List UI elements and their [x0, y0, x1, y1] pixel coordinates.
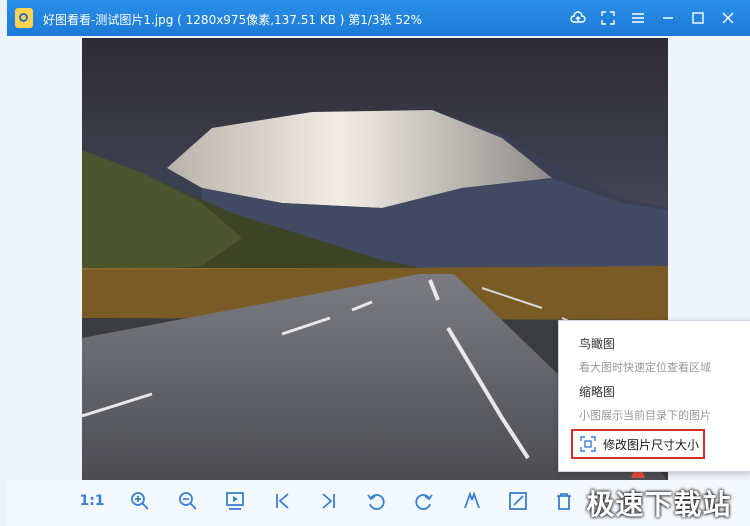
resize-icon [580, 436, 596, 452]
title-bar: 好图看看-测试图片1.jpg ( 1280x975像素,137.51 KB ) … [7, 0, 750, 36]
menu-item-thumbnails[interactable]: 缩略图 [579, 383, 615, 400]
app-logo-icon [15, 8, 33, 28]
window-title: 好图看看-测试图片1.jpg ( 1280x975像素,137.51 KB ) … [43, 13, 423, 27]
compare-icon[interactable] [459, 488, 485, 514]
slideshow-icon[interactable] [222, 488, 248, 514]
zoom-in-icon[interactable] [127, 488, 153, 514]
menu-desc-birdseye: 看大图时快速定位查看区域 [579, 361, 711, 374]
first-image-icon[interactable] [270, 488, 296, 514]
last-image-icon[interactable] [315, 488, 341, 514]
menu-item-resize-image[interactable]: 修改图片尺寸大小 [571, 429, 705, 459]
upload-cloud-icon[interactable] [568, 8, 588, 28]
fullscreen-icon[interactable] [598, 8, 618, 28]
maximize-icon[interactable] [688, 8, 708, 28]
menu-item-birdseye[interactable]: 鸟瞰图 [579, 335, 615, 352]
menu-desc-thumbnails: 小图展示当前目录下的图片 [579, 409, 711, 422]
rotate-right-icon[interactable] [411, 488, 437, 514]
window-controls [568, 8, 738, 28]
watermark-text: 极速下载站 [586, 488, 732, 521]
actual-size-button[interactable]: 1:1 [79, 488, 105, 514]
context-menu: 鸟瞰图 看大图时快速定位查看区域 缩略图 小图展示当前目录下的图片 修改图片尺寸… [558, 320, 750, 472]
menu-icon[interactable] [628, 8, 648, 28]
minimize-icon[interactable] [658, 8, 678, 28]
rotate-left-icon[interactable] [363, 488, 389, 514]
close-icon[interactable] [718, 8, 738, 28]
zoom-out-icon[interactable] [175, 488, 201, 514]
actual-size-label: 1:1 [79, 493, 105, 509]
menu-item-resize-label: 修改图片尺寸大小 [603, 437, 700, 452]
edit-icon[interactable] [505, 488, 531, 514]
